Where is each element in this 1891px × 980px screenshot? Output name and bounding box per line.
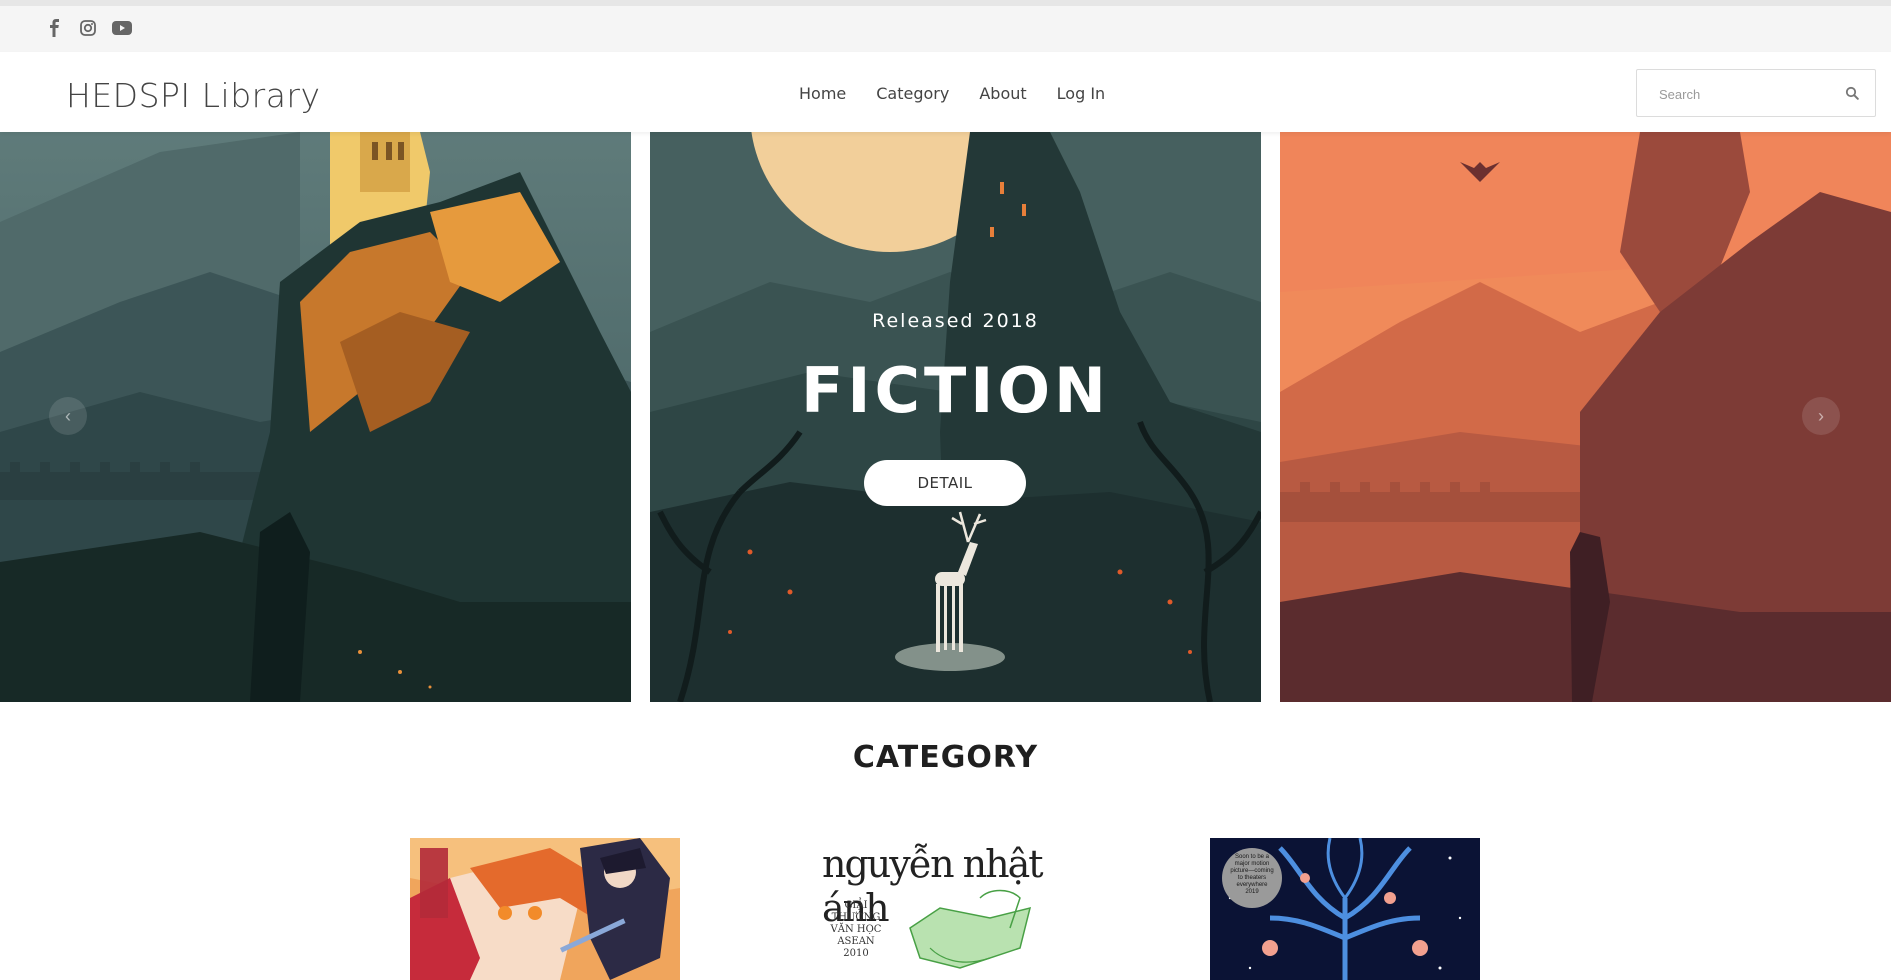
search-box: [1636, 69, 1876, 117]
cover-sticker-text: Soon to be a major motion picture—coming…: [1230, 854, 1274, 895]
cover-award-text: GIẢI THƯỞNG VĂN HỌC ASEAN 2010: [830, 900, 882, 959]
carousel-next-button[interactable]: ›: [1802, 397, 1840, 435]
youtube-icon[interactable]: [112, 18, 132, 38]
search-icon[interactable]: [1845, 86, 1861, 102]
carousel-prev-button[interactable]: ‹: [49, 397, 87, 435]
detail-button[interactable]: DETAIL: [864, 460, 1026, 506]
category-heading: CATEGORY: [852, 740, 1039, 775]
nav-about-link[interactable]: About: [979, 84, 1026, 103]
search-input[interactable]: [1659, 84, 1839, 104]
main-navbar: HEDSPI Library Home Category About Log I…: [0, 52, 1891, 132]
nav-login-link[interactable]: Log In: [1057, 84, 1106, 103]
category-card[interactable]: Soon to be a major motion picture—coming…: [1210, 838, 1480, 980]
social-links: [44, 18, 132, 38]
site-brand[interactable]: HEDSPI Library: [66, 76, 321, 115]
hero-carousel: Released 2018 FICTION DETAIL ‹ ›: [0, 132, 1891, 702]
social-bar: [0, 0, 1891, 52]
nav-category-link[interactable]: Category: [876, 84, 949, 103]
category-card-list: nguyễn nhật ánh GIẢI THƯỞNG VĂN HỌC ASEA…: [0, 838, 1891, 980]
category-card[interactable]: nguyễn nhật ánh GIẢI THƯỞNG VĂN HỌC ASEA…: [810, 838, 1080, 980]
carousel-slide-image: [1280, 132, 1891, 702]
chevron-right-icon: ›: [1818, 405, 1824, 426]
nav-home-link[interactable]: Home: [799, 84, 846, 103]
carousel-slide-image: [0, 132, 631, 702]
slide-title: FICTION: [801, 354, 1110, 427]
main-menu: Home Category About Log In: [799, 84, 1105, 103]
slide-caption: Released 2018 FICTION DETAIL: [650, 132, 1261, 702]
category-card[interactable]: [410, 838, 680, 980]
book-cover-image: [410, 838, 680, 980]
chevron-left-icon: ‹: [65, 405, 71, 426]
slide-subtitle: Released 2018: [872, 310, 1039, 332]
facebook-icon[interactable]: [44, 18, 64, 38]
instagram-icon[interactable]: [78, 18, 98, 38]
